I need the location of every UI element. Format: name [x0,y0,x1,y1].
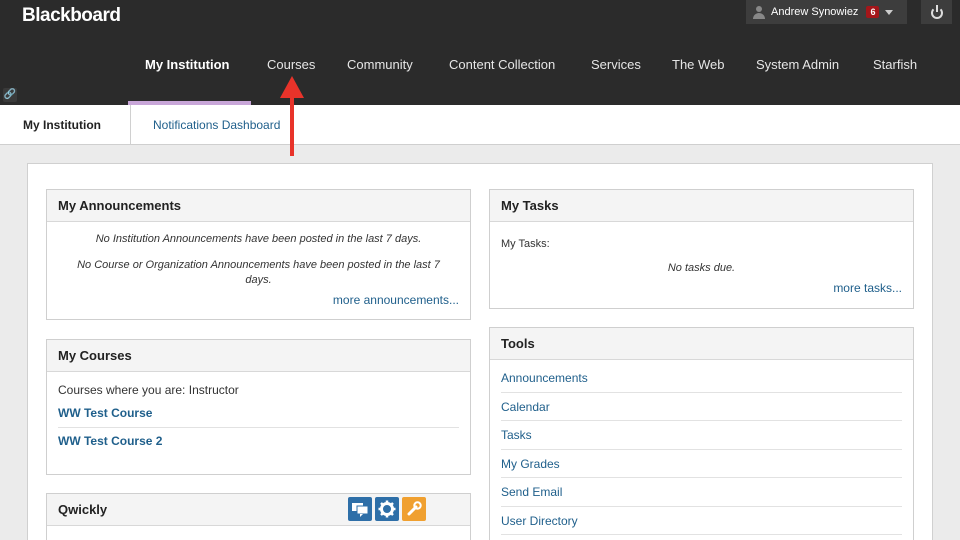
chevron-down-icon[interactable] [885,9,894,15]
main-nav: My Institution Courses Community Content… [0,48,960,82]
tool-link-announcements[interactable]: Announcements [501,364,902,393]
annotation-arrow-shaft [290,94,294,156]
logout-button[interactable] [921,0,952,24]
annotation-arrow-head [280,76,304,98]
nav-tab-community[interactable]: Community [347,48,413,82]
qwickly-toolbar [348,497,426,521]
nav-tab-system-admin[interactable]: System Admin [756,48,839,82]
link-icon[interactable]: 🔗 [3,88,17,102]
user-name: Andrew Synowiez [771,6,859,18]
tab-my-institution[interactable]: My Institution [0,105,131,145]
user-menu[interactable]: Andrew Synowiez 6 [746,0,907,24]
courses-title: My Courses [47,340,470,372]
tools-title: Tools [490,328,913,360]
tasks-title: My Tasks [490,190,913,222]
blackboard-logo[interactable]: Blackboard [22,5,121,27]
sub-tab-strip: My Institution Notifications Dashboard [0,105,960,145]
gear-icon[interactable] [375,497,399,521]
nav-tab-starfish[interactable]: Starfish [873,48,917,82]
tool-link-tasks[interactable]: Tasks [501,421,902,450]
wrench-icon[interactable] [402,497,426,521]
nav-tab-content-collection[interactable]: Content Collection [449,48,555,82]
course-link-ww-test-course-2[interactable]: WW Test Course 2 [58,428,459,455]
course-announcements-text: No Course or Organization Announcements … [77,259,440,286]
announcements-title: My Announcements [47,190,470,222]
qwickly-header: Qwickly [47,494,470,526]
no-tasks-text: No tasks due. [667,262,736,274]
tool-link-send-email[interactable]: Send Email [501,478,902,507]
nav-tab-the-web[interactable]: The Web [672,48,725,82]
power-icon [930,5,944,19]
chat-icon[interactable] [348,497,372,521]
nav-tab-services[interactable]: Services [591,48,641,82]
announcements-module: My Announcements No Institution Announce… [46,189,471,320]
qwickly-title: Qwickly [58,502,108,517]
tool-link-user-directory[interactable]: User Directory [501,507,902,535]
more-tasks-link[interactable]: more tasks... [501,281,902,295]
courses-role-text: Courses where you are: Instructor [58,383,239,397]
course-link-ww-test-course[interactable]: WW Test Course [58,400,459,428]
courses-module: My Courses Courses where you are: Instru… [46,339,471,475]
tool-link-my-grades[interactable]: My Grades [501,450,902,478]
tasks-module: My Tasks My Tasks: No tasks due. more ta… [489,189,914,309]
tool-link-calendar[interactable]: Calendar [501,393,902,421]
qwickly-module: Qwickly [46,493,471,540]
top-header: Blackboard Andrew Synowiez 6 My Institut… [0,0,960,105]
nav-tab-my-institution[interactable]: My Institution [145,48,230,82]
notification-badge[interactable]: 6 [866,6,880,18]
user-icon [752,5,766,19]
tasks-label: My Tasks: [501,238,550,250]
tools-module: Tools Announcements Calendar Tasks My Gr… [489,327,914,540]
institution-announcements-text: No Institution Announcements have been p… [95,233,422,245]
more-announcements-link[interactable]: more announcements... [58,293,459,307]
tab-notifications-dashboard[interactable]: Notifications Dashboard [153,105,280,145]
